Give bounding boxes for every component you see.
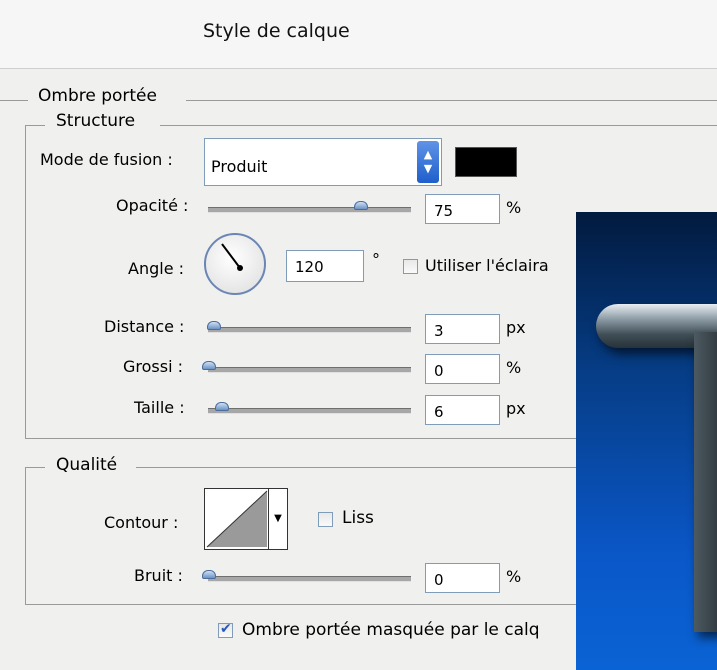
angle-needle-icon bbox=[221, 243, 243, 271]
noise-input[interactable]: 0 bbox=[425, 563, 500, 593]
dialog-title: Style de calque bbox=[203, 20, 350, 42]
spread-input[interactable]: 0 bbox=[425, 354, 500, 384]
noise-slider-track[interactable] bbox=[208, 576, 411, 582]
section-title-drop-shadow: Ombre portée bbox=[38, 86, 157, 106]
spread-slider-thumb[interactable] bbox=[202, 361, 216, 370]
opacity-input[interactable]: 75 bbox=[425, 194, 500, 224]
size-input[interactable]: 6 bbox=[425, 395, 500, 425]
group-border-left bbox=[25, 125, 26, 438]
size-unit: px bbox=[506, 399, 526, 418]
angle-dial[interactable] bbox=[204, 233, 266, 295]
knockout-label: Ombre portée masquée par le calq bbox=[242, 620, 540, 640]
quality-border-left bbox=[25, 467, 26, 604]
distance-slider-thumb[interactable] bbox=[207, 321, 221, 330]
contour-label: Contour : bbox=[104, 513, 179, 532]
distance-label: Distance : bbox=[104, 317, 185, 336]
contour-curve-icon bbox=[206, 490, 268, 548]
size-label: Taille : bbox=[134, 398, 185, 417]
distance-unit: px bbox=[506, 318, 526, 337]
size-slider-track[interactable] bbox=[208, 408, 411, 414]
section-rule-left bbox=[0, 100, 28, 101]
size-slider-thumb[interactable] bbox=[215, 402, 229, 411]
dialog-titlebar: Style de calque bbox=[0, 0, 717, 69]
angle-input[interactable]: 120 bbox=[286, 250, 364, 282]
antialias-checkbox[interactable] bbox=[318, 512, 333, 527]
contour-dropdown-arrow-icon[interactable]: ▼ bbox=[268, 489, 287, 549]
quality-border-top-left bbox=[25, 467, 45, 468]
opacity-slider-thumb[interactable] bbox=[354, 201, 368, 210]
spread-slider-track[interactable] bbox=[208, 367, 411, 373]
global-light-label: Utiliser l'éclaira bbox=[425, 256, 549, 275]
spread-label: Grossi : bbox=[123, 357, 184, 376]
quality-border-top-right bbox=[136, 467, 576, 468]
quality-border-bottom bbox=[25, 604, 576, 605]
noise-label: Bruit : bbox=[134, 566, 183, 585]
group-border-top-left bbox=[25, 125, 45, 126]
preview-letter-stem bbox=[694, 332, 717, 632]
shadow-color-swatch[interactable] bbox=[455, 147, 517, 177]
noise-unit: % bbox=[506, 567, 522, 586]
group-title-structure: Structure bbox=[56, 111, 136, 131]
global-light-checkbox[interactable] bbox=[403, 259, 418, 274]
blend-mode-select[interactable]: Produit ▲ ▼ bbox=[204, 138, 442, 186]
distance-input[interactable]: 3 bbox=[425, 314, 500, 344]
blend-mode-value: Produit bbox=[211, 157, 268, 176]
group-border-top-right bbox=[160, 125, 717, 126]
opacity-label: Opacité : bbox=[116, 196, 189, 215]
contour-picker[interactable]: ▼ bbox=[204, 488, 288, 550]
preview-image bbox=[576, 212, 717, 670]
angle-unit: ° bbox=[372, 250, 380, 269]
group-title-quality: Qualité bbox=[56, 455, 118, 475]
knockout-checkbox[interactable] bbox=[218, 621, 233, 638]
noise-slider-thumb[interactable] bbox=[202, 570, 216, 579]
blend-mode-label: Mode de fusion : bbox=[40, 150, 173, 169]
opacity-unit: % bbox=[506, 198, 522, 217]
distance-slider-track[interactable] bbox=[208, 327, 411, 333]
opacity-slider-track[interactable] bbox=[208, 207, 411, 213]
antialias-label: Liss bbox=[342, 508, 374, 528]
spread-unit: % bbox=[506, 358, 522, 377]
section-rule-right bbox=[186, 100, 717, 101]
group-border-bottom bbox=[25, 438, 576, 439]
select-arrows-icon: ▲ ▼ bbox=[417, 141, 439, 183]
angle-label: Angle : bbox=[128, 259, 185, 278]
